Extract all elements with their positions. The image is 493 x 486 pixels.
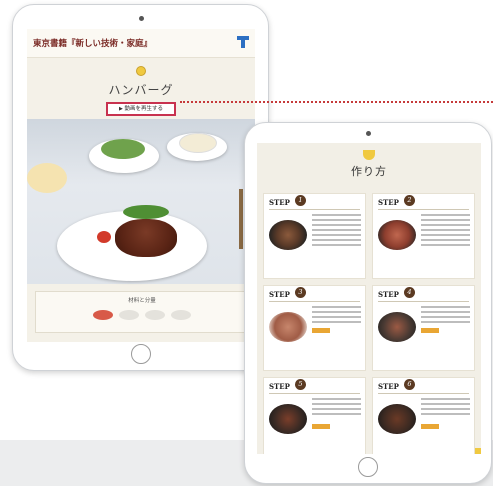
divider [378, 301, 469, 302]
step-label: STEP [269, 382, 290, 391]
step-photo [378, 312, 416, 342]
step-card[interactable]: STEP 6 [372, 377, 475, 454]
divider [269, 301, 360, 302]
step-photo [378, 404, 416, 434]
salad-garnish [123, 205, 169, 219]
step-text-lines [421, 398, 470, 418]
fork [239, 189, 243, 249]
publisher-logo-icon[interactable] [237, 36, 249, 50]
ingredients-heading: 材料と分量 [128, 298, 156, 304]
soup-bowl [179, 133, 217, 153]
ingredient-image [119, 310, 139, 320]
camera-dot [366, 131, 371, 136]
step-card[interactable]: STEP 4 [372, 285, 475, 371]
step-text-lines [312, 214, 361, 249]
step-label: STEP [269, 198, 290, 207]
step-text-lines [312, 306, 361, 326]
scroll-marker [475, 448, 481, 454]
tip-badge [421, 424, 439, 429]
step-number: 5 [295, 379, 306, 390]
play-video-label: 動画を再生する [124, 106, 163, 112]
connector-dotted-line [180, 101, 493, 103]
step-number: 2 [404, 195, 415, 206]
step-card[interactable]: STEP 3 [263, 285, 366, 371]
hamburg-steak [115, 219, 177, 257]
tip-badge [312, 328, 330, 333]
step-card[interactable]: STEP 2 [372, 193, 475, 279]
site-brand-link[interactable]: 東京書籍『新しい技術・家庭』 [33, 37, 152, 49]
step-number: 1 [295, 195, 306, 206]
salad [101, 139, 145, 159]
home-button[interactable] [130, 344, 151, 364]
step-text-lines [421, 306, 470, 326]
step-photo [269, 220, 307, 250]
step-photo [378, 220, 416, 250]
divider [378, 209, 469, 210]
steps-grid: STEP 1 STEP 2 STEP 3 STEP 4 STEP 5 STEP … [263, 193, 475, 454]
ingredient-image [171, 310, 191, 320]
recipe-title: ハンバーグ [108, 83, 174, 97]
step-label: STEP [378, 290, 399, 299]
step-photo [269, 404, 307, 434]
step-label: STEP [378, 198, 399, 207]
divider [378, 393, 469, 394]
step-photo [269, 312, 307, 342]
step-label: STEP [378, 382, 399, 391]
ingredient-image [93, 310, 113, 320]
step-text-lines [312, 398, 361, 418]
side-dish [27, 163, 67, 193]
step-number: 6 [404, 379, 415, 390]
ingredient-image [145, 310, 165, 320]
pot-icon [363, 150, 375, 160]
play-video-button[interactable]: ▶ 動画を再生する [106, 102, 176, 116]
step-card[interactable]: STEP 1 [263, 193, 366, 279]
home-button[interactable] [358, 457, 378, 477]
tablet-howto: 作り方 STEP 1 STEP 2 STEP 3 STEP 4 STEP 5 S… [244, 122, 492, 484]
howto-heading: 作り方 [351, 165, 387, 178]
divider [269, 209, 360, 210]
site-header: 東京書籍『新しい技術・家庭』 [27, 29, 255, 58]
tip-badge [312, 424, 330, 429]
step-card[interactable]: STEP 5 [263, 377, 366, 454]
tomato [97, 231, 111, 243]
recipe-screen: 東京書籍『新しい技術・家庭』 ハンバーグ ▶ 動画を再生する 材料と分量 [27, 29, 255, 342]
divider [269, 393, 360, 394]
tip-badge [421, 328, 439, 333]
recipe-photo [27, 119, 255, 284]
step-text-lines [421, 214, 470, 249]
ingredients-panel: 材料と分量 [35, 291, 249, 333]
tablet-recipe: 東京書籍『新しい技術・家庭』 ハンバーグ ▶ 動画を再生する 材料と分量 [12, 4, 269, 371]
ingredients-images [36, 310, 248, 320]
howto-screen: 作り方 STEP 1 STEP 2 STEP 3 STEP 4 STEP 5 S… [257, 143, 481, 454]
step-label: STEP [269, 290, 290, 299]
step-number: 4 [404, 287, 415, 298]
ribbon-icon [136, 66, 146, 79]
camera-dot [138, 16, 144, 21]
step-number: 3 [295, 287, 306, 298]
